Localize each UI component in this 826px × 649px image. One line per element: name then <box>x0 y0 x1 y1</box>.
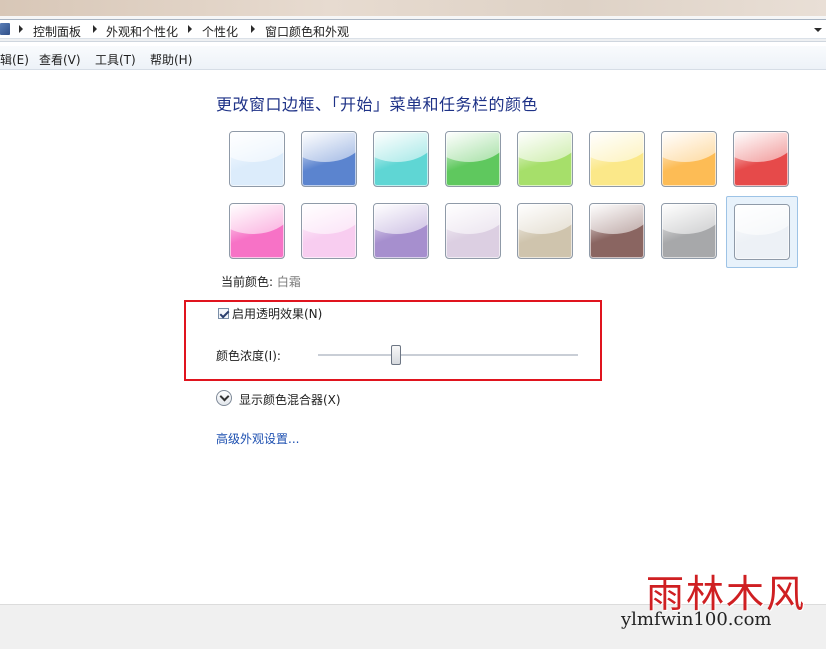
window-top-edge <box>0 0 826 16</box>
swatch-tile <box>229 131 285 187</box>
color-intensity-slider[interactable] <box>318 354 578 357</box>
breadcrumb-personalization[interactable]: 个性化 <box>202 23 238 40</box>
transparency-checkbox[interactable] <box>218 308 230 319</box>
color-swatch-frost[interactable] <box>726 196 798 268</box>
color-swatch-pumpkin[interactable] <box>582 124 654 196</box>
swatch-gloss <box>662 132 716 162</box>
swatch-tile <box>517 131 573 187</box>
current-color-caption: 当前颜色: <box>221 275 274 289</box>
breadcrumb-control-panel[interactable]: 控制面板 <box>33 23 81 40</box>
color-swatch-lime[interactable] <box>510 124 582 196</box>
swatch-tile <box>301 131 357 187</box>
swatch-tile <box>661 203 717 259</box>
current-color-label: 当前颜色: 白霜 <box>221 273 301 290</box>
current-color-value: 白霜 <box>276 275 301 289</box>
color-swatch-fuchsia[interactable] <box>222 196 294 268</box>
chevron-down-icon <box>219 391 230 402</box>
breadcrumb-window-color[interactable]: 窗口颜色和外观 <box>265 23 349 40</box>
expand-chevron-icon[interactable] <box>216 390 232 406</box>
color-swatch-taupe[interactable] <box>510 196 582 268</box>
swatch-tile <box>373 131 429 187</box>
check-mark-icon <box>219 308 230 319</box>
color-swatch-lavender[interactable] <box>438 196 510 268</box>
swatch-gloss <box>374 132 428 162</box>
address-bar[interactable]: 控制面板 外观和个性化 个性化 窗口颜色和外观 <box>0 16 826 42</box>
color-swatch-blush[interactable] <box>294 196 366 268</box>
color-swatch-tangerine[interactable] <box>654 124 726 196</box>
breadcrumb-appearance[interactable]: 外观和个性化 <box>106 23 178 40</box>
swatch-tile <box>734 204 790 260</box>
swatch-gloss <box>518 204 572 234</box>
swatch-tile <box>517 203 573 259</box>
color-swatch-sky[interactable] <box>222 124 294 196</box>
color-swatch-ruby[interactable] <box>726 124 798 196</box>
advanced-appearance-link[interactable]: 高级外观设置... <box>216 430 299 447</box>
menu-view[interactable]: 查看(V) <box>39 51 81 68</box>
breadcrumb-arrow-icon[interactable] <box>93 25 97 33</box>
swatch-gloss <box>374 204 428 234</box>
show-color-mixer-toggle[interactable]: 显示颜色混合器(X) <box>239 391 341 408</box>
menu-bar: 编辑(E) 查看(V) 工具(T) 帮助(H) <box>0 46 826 70</box>
menu-help[interactable]: 帮助(H) <box>150 51 192 68</box>
swatch-gloss <box>302 204 356 234</box>
swatch-tile <box>445 131 501 187</box>
breadcrumb-arrow-icon[interactable] <box>19 25 23 33</box>
swatch-tile <box>229 203 285 259</box>
color-swatch-chocolate[interactable] <box>582 196 654 268</box>
swatch-gloss <box>446 204 500 234</box>
swatch-gloss <box>446 132 500 162</box>
swatch-tile <box>661 131 717 187</box>
breadcrumb-arrow-icon[interactable] <box>251 25 255 33</box>
color-swatch-violet[interactable] <box>366 196 438 268</box>
swatch-gloss <box>590 204 644 234</box>
color-swatch-slate[interactable] <box>654 196 726 268</box>
swatch-tile <box>589 131 645 187</box>
swatch-gloss <box>734 132 788 162</box>
menu-edit[interactable]: 编辑(E) <box>0 51 29 68</box>
slider-thumb[interactable] <box>391 345 401 365</box>
swatch-gloss <box>518 132 572 162</box>
color-intensity-label: 颜色浓度(I): <box>216 349 281 363</box>
page-title: 更改窗口边框、「开始」菜单和任务栏的颜色 <box>216 95 539 114</box>
swatch-gloss <box>590 132 644 162</box>
swatch-gloss <box>230 204 284 234</box>
swatch-gloss <box>230 132 284 162</box>
swatch-tile <box>733 131 789 187</box>
color-swatch-sea[interactable] <box>366 124 438 196</box>
control-panel-icon <box>0 23 10 35</box>
swatch-gloss <box>662 204 716 234</box>
swatch-tile <box>301 203 357 259</box>
swatch-tile <box>589 203 645 259</box>
color-swatch-leaf[interactable] <box>438 124 510 196</box>
watermark-url: ylmfwin100.com <box>621 609 772 630</box>
swatch-gloss <box>302 132 356 162</box>
menu-tools[interactable]: 工具(T) <box>95 51 136 68</box>
swatch-tile <box>445 203 501 259</box>
swatch-gloss <box>735 205 789 235</box>
transparency-checkbox-label[interactable]: 启用透明效果(N) <box>232 305 322 322</box>
breadcrumb-arrow-icon[interactable] <box>188 25 192 33</box>
color-swatch-twilight[interactable] <box>294 124 366 196</box>
address-dropdown-icon[interactable] <box>814 28 822 32</box>
address-field[interactable]: 控制面板 外观和个性化 个性化 窗口颜色和外观 <box>0 19 826 39</box>
swatch-tile <box>373 203 429 259</box>
